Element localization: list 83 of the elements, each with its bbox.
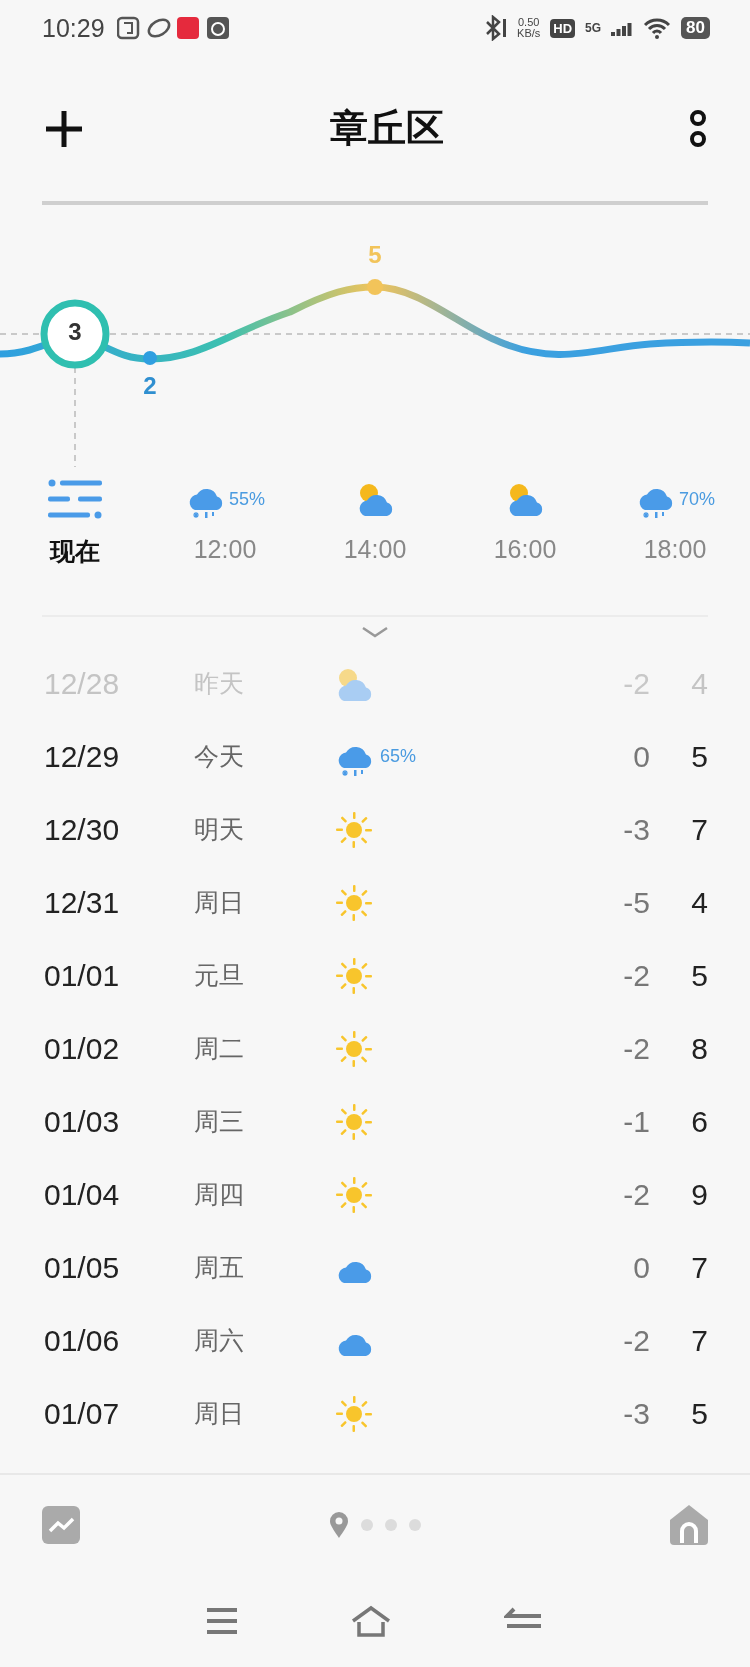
sun-icon <box>334 955 374 996</box>
high-temperature: 8 <box>690 1031 708 1066</box>
low-temperature: 0 <box>632 1250 650 1285</box>
precipitation-chance: 55% <box>229 488 265 510</box>
high-temperature: 7 <box>690 812 708 847</box>
signal-icon <box>611 20 634 36</box>
forecast-day: 明天 <box>194 813 334 846</box>
sun-icon <box>334 1028 374 1069</box>
page-dot[interactable] <box>409 1519 421 1531</box>
network-speed: 0.50 <box>517 17 540 28</box>
chevron-down-icon <box>360 625 390 639</box>
high-temperature: 9 <box>690 1177 708 1212</box>
low-temperature: -2 <box>622 958 650 993</box>
current-temperature: 3 <box>68 318 82 346</box>
forecast-day: 今天 <box>194 740 334 773</box>
battery-level: 80 <box>681 17 710 39</box>
location-pin-icon[interactable] <box>329 1511 349 1539</box>
app-notification-icon <box>116 16 139 40</box>
list-icon <box>48 479 102 519</box>
app-notification-icon <box>176 17 199 39</box>
wifi-icon <box>643 17 672 39</box>
city-title: 章丘区 <box>330 106 444 151</box>
sun-icon <box>334 882 374 923</box>
high-temperature: 5 <box>690 958 708 993</box>
low-temperature: -2 <box>622 1031 650 1066</box>
forecast-day: 周四 <box>194 1178 334 1211</box>
low-temperature: -3 <box>622 1396 650 1431</box>
high-temperature: 7 <box>690 1250 708 1285</box>
more-button[interactable] <box>688 108 708 149</box>
forecast-date: 12/31 <box>44 885 121 920</box>
precipitation-chance: 65% <box>380 746 417 767</box>
min-temperature: 2 <box>143 372 157 400</box>
forecast-date: 01/03 <box>44 1104 121 1139</box>
trend-chart-button[interactable] <box>42 1506 80 1544</box>
hour-label[interactable]: 现在 <box>50 535 100 568</box>
high-temperature: 6 <box>690 1104 708 1139</box>
high-temperature: 4 <box>690 885 708 920</box>
forecast-date: 01/02 <box>44 1031 121 1066</box>
precipitation-chance: 70% <box>679 488 715 510</box>
page-dot[interactable] <box>361 1519 373 1531</box>
sun-icon <box>334 1393 374 1434</box>
forecast-day: 周二 <box>194 1032 334 1065</box>
forecast-day: 周日 <box>194 1397 334 1430</box>
forecast-date: 01/07 <box>44 1396 121 1431</box>
network-type: 5G <box>585 21 602 35</box>
speed-unit: KB/s <box>517 28 541 39</box>
forecast-date: 01/04 <box>44 1177 121 1212</box>
high-temperature: 5 <box>690 739 708 774</box>
forecast-date: 01/06 <box>44 1323 121 1358</box>
forecast-date: 01/05 <box>44 1250 121 1285</box>
forecast-day: 周五 <box>194 1251 334 1284</box>
hour-label[interactable]: 14:00 <box>343 535 407 564</box>
hour-label[interactable]: 18:00 <box>643 535 707 564</box>
low-temperature: -1 <box>622 1104 650 1139</box>
forecast-day: 周六 <box>194 1324 334 1357</box>
menu-button[interactable] <box>206 1607 239 1635</box>
hour-label[interactable]: 12:00 <box>193 535 257 564</box>
low-temperature: -5 <box>622 885 650 920</box>
hour-label[interactable]: 16:00 <box>493 535 557 564</box>
max-temperature: 5 <box>368 241 382 269</box>
app-notification-icon <box>147 18 170 38</box>
sun-icon <box>334 809 374 850</box>
low-temperature: -2 <box>622 1323 650 1358</box>
app-notification-icon <box>206 17 229 39</box>
low-temperature: 0 <box>632 739 650 774</box>
forecast-day: 周三 <box>194 1105 334 1138</box>
low-temperature: -3 <box>622 812 650 847</box>
forecast-day: 周日 <box>194 886 334 919</box>
forecast-date: 01/01 <box>44 958 121 993</box>
forecast-date: 12/29 <box>44 739 121 774</box>
high-temperature: 7 <box>690 1323 708 1358</box>
home-nav-button[interactable] <box>351 1605 391 1637</box>
sun-icon <box>334 1101 374 1142</box>
forecast-day: 元旦 <box>194 959 334 992</box>
bluetooth-icon <box>483 15 508 41</box>
home-button[interactable] <box>670 1505 708 1545</box>
page-dot[interactable] <box>385 1519 397 1531</box>
clock-time: 10:29 <box>42 13 105 43</box>
high-temperature: 5 <box>690 1396 708 1431</box>
low-temperature: -2 <box>622 1177 650 1212</box>
sun-icon <box>334 1174 374 1215</box>
forecast-date: 12/30 <box>44 812 121 847</box>
hd-indicator: HD <box>550 18 576 38</box>
